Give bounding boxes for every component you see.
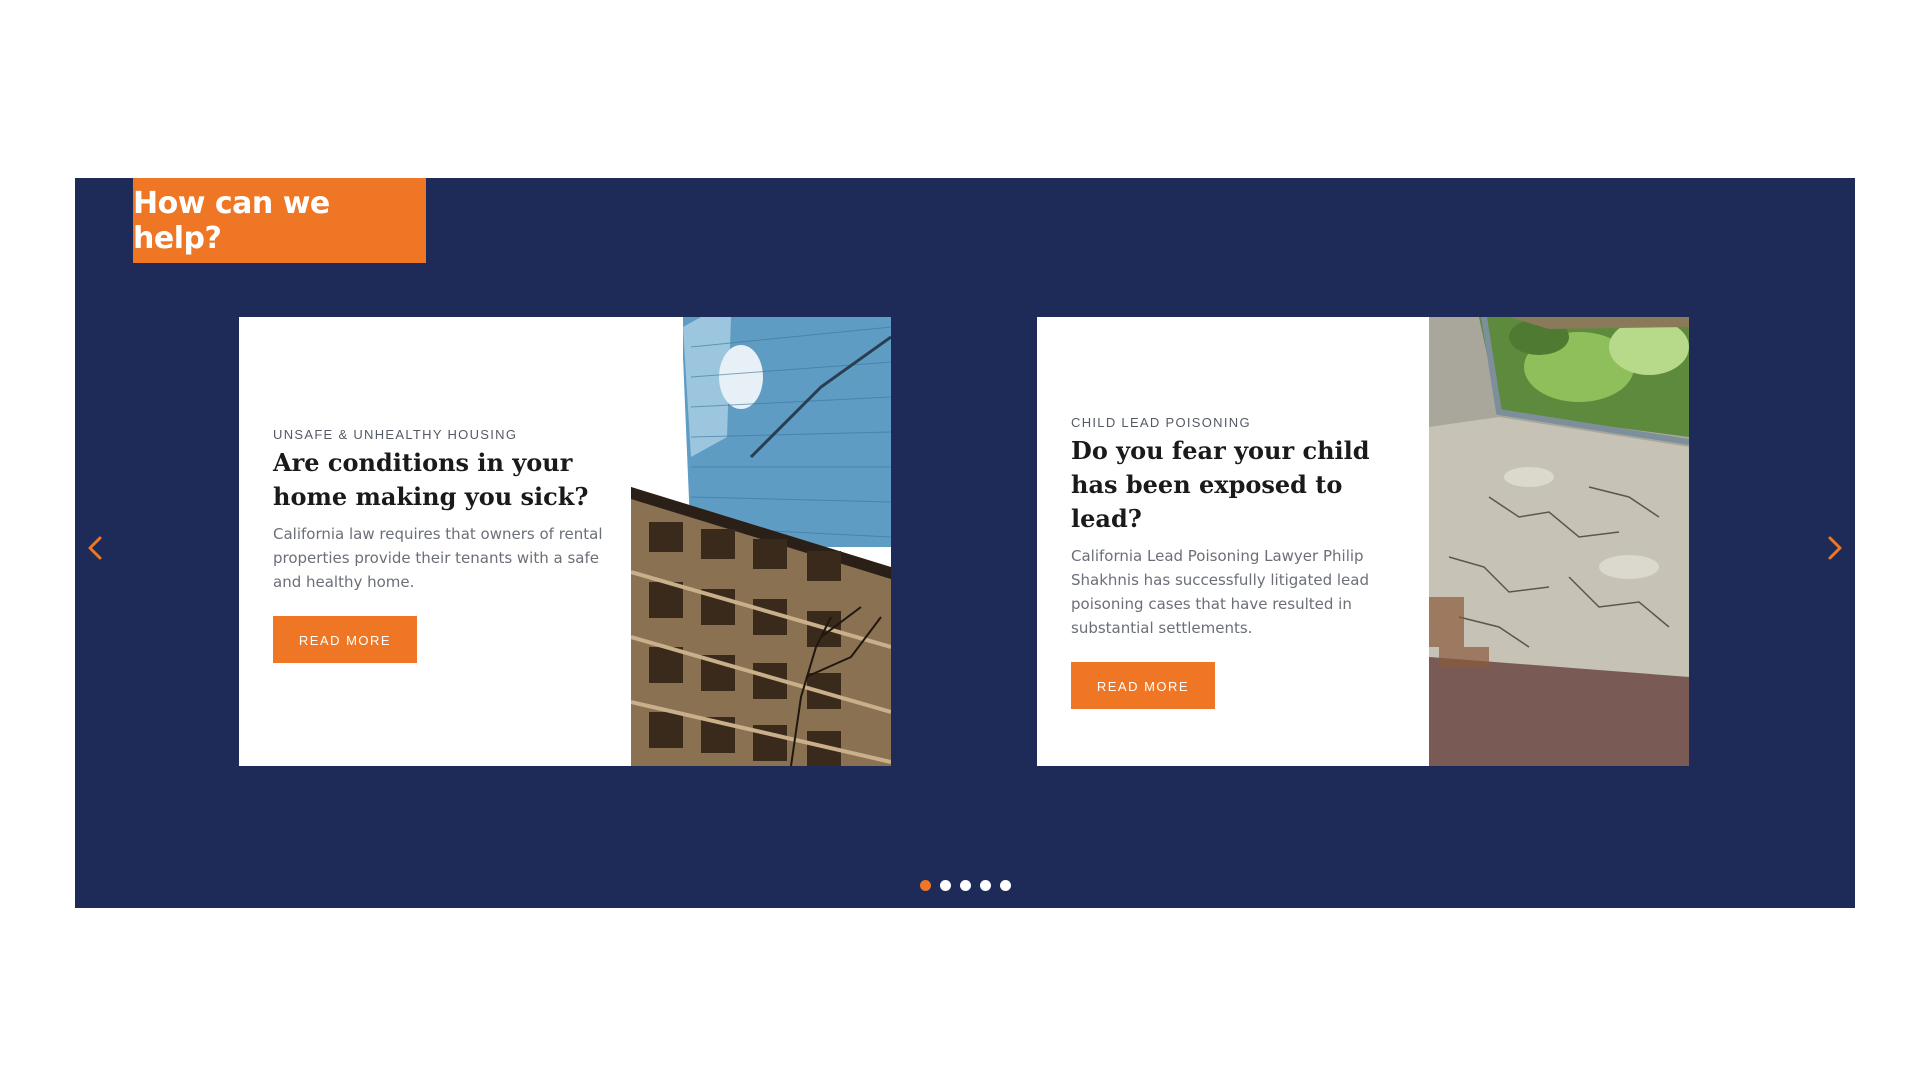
chevron-left-icon — [88, 536, 102, 560]
apartment-building-image — [631, 317, 891, 766]
carousel-dot-3[interactable] — [959, 880, 971, 891]
section-heading: How can we help? — [133, 185, 330, 256]
help-card-housing: UNSAFE & UNHEALTHY HOUSING Are condition… — [239, 317, 891, 766]
card-text: UNSAFE & UNHEALTHY HOUSING Are condition… — [273, 427, 603, 663]
carousel-next-button[interactable] — [1823, 530, 1847, 566]
carousel-dot-4[interactable] — [979, 880, 991, 891]
card-text: CHILD LEAD POISONING Do you fear your ch… — [1071, 415, 1421, 709]
section-heading-tab: How can we help? — [133, 178, 426, 263]
card-body: California Lead Poisoning Lawyer Philip … — [1071, 547, 1370, 637]
carousel-dot-1[interactable] — [919, 880, 931, 891]
carousel-dot-5[interactable] — [999, 880, 1011, 891]
card-body: California law requires that owners of r… — [273, 525, 603, 591]
help-card-lead-poisoning: CHILD LEAD POISONING Do you fear your ch… — [1037, 317, 1689, 766]
carousel-dot-2[interactable] — [939, 880, 951, 891]
chevron-right-icon — [1828, 536, 1842, 560]
card-title: Are conditions in your home making you s… — [273, 448, 589, 511]
card-title: Do you fear your child has been exposed … — [1071, 436, 1370, 533]
peeling-paint-windowsill-image — [1429, 317, 1689, 766]
read-more-button[interactable]: READ MORE — [273, 616, 417, 663]
carousel-pagination — [75, 880, 1855, 891]
card-eyebrow: UNSAFE & UNHEALTHY HOUSING — [273, 427, 518, 442]
card-eyebrow: CHILD LEAD POISONING — [1071, 415, 1251, 430]
read-more-button[interactable]: READ MORE — [1071, 662, 1215, 709]
carousel-prev-button[interactable] — [83, 530, 107, 566]
help-section: How can we help? UNSAFE & UNHEALTHY HOUS… — [75, 178, 1855, 908]
